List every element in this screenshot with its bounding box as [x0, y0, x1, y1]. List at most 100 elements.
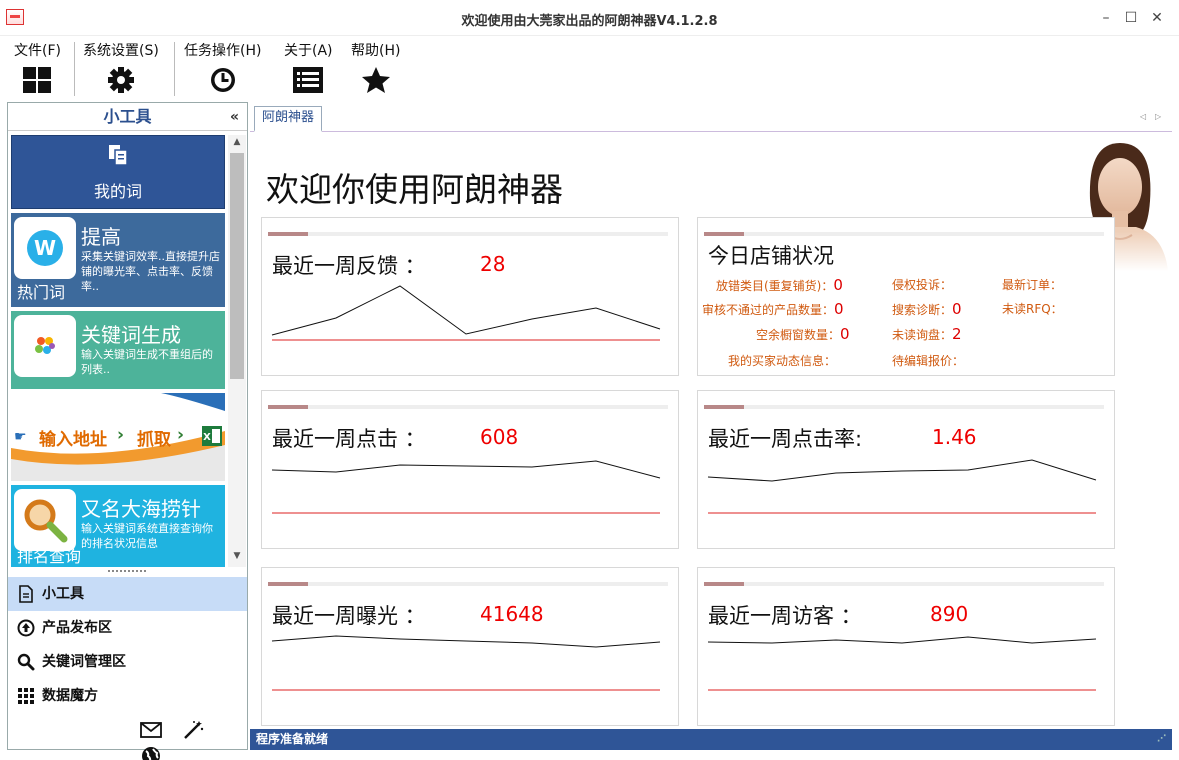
menu-tasks-label: 任务操作(H): [184, 43, 262, 59]
card-accent-bar: [268, 405, 668, 409]
sparkline-chart: [707, 459, 1097, 514]
menu-file[interactable]: 文件(F): [14, 40, 61, 94]
tile-rank-query[interactable]: 又名大海捞针 输入关键词系统直接查询你的排名状况信息 排名查询: [11, 485, 225, 567]
nav-product-publish[interactable]: 产品发布区: [8, 611, 247, 645]
status-value: 0: [952, 300, 962, 318]
status-text: 程序准备就绪: [256, 732, 329, 746]
collapse-panel-icon[interactable]: «: [230, 103, 239, 131]
gear-icon: [107, 67, 134, 93]
card-accent-bar: [704, 405, 1104, 409]
card-weekly-visitors: 最近一周访客 ： 890: [697, 567, 1115, 726]
svg-text:W: W: [34, 236, 56, 260]
sparkline-chart: [271, 285, 661, 341]
scroll-up-icon[interactable]: ▲: [228, 137, 246, 151]
menu-about[interactable]: 关于(A): [284, 40, 333, 94]
card-accent-bar: [268, 232, 668, 236]
document-icon: [19, 585, 33, 603]
nav-tools[interactable]: 小工具: [8, 577, 247, 611]
nav-tools-label: 小工具: [42, 586, 84, 602]
tile-keyword-generator-title: 关键词生成: [81, 323, 181, 347]
status-label: 未读询盘：: [892, 328, 953, 342]
color-dots-logo-icon: [14, 315, 76, 377]
tile-rank-query-desc: 输入关键词系统直接查询你的排名状况信息: [81, 522, 213, 550]
tile-my-words[interactable]: 我的词: [11, 135, 225, 209]
card-weekly-feedback: 最近一周反馈 ： 28: [261, 217, 679, 376]
menu-about-label: 关于(A): [284, 43, 333, 59]
card-weekly-exposure: 最近一周曝光 ： 41648: [261, 567, 679, 726]
globe-icon[interactable]: [138, 745, 164, 760]
chevron-right-icon: ›: [117, 425, 125, 445]
search-icon: [17, 653, 35, 671]
card-title: 最近一周点击率:: [708, 427, 863, 451]
tile-hot-words-label: 热门词: [17, 283, 66, 302]
menu-tasks[interactable]: 任务操作(H): [184, 40, 261, 94]
status-label: 审核不通过的产品数量：: [702, 303, 835, 317]
tab-next-icon[interactable]: ▷: [1155, 112, 1161, 121]
tile-keyword-generator-desc: 输入关键词生成不重组后的列表..: [81, 348, 213, 376]
status-label: 空余橱窗数量：: [756, 328, 841, 342]
tile-keyword-generator[interactable]: 关键词生成 输入关键词生成不重组后的列表..: [11, 311, 225, 389]
title-bar: 欢迎使用由大莞家出品的阿朗神器V4.1.2.8 – ☐ ✕: [0, 0, 1179, 36]
status-label: 放错类目(重复铺货)：: [716, 279, 834, 293]
card-value: 41648: [480, 602, 544, 626]
status-unread-rfq[interactable]: 未读RFQ：: [1002, 300, 1063, 317]
w-logo-icon: W: [14, 217, 76, 279]
card-value: 608: [480, 425, 519, 449]
card-accent-bar: [704, 582, 1104, 586]
menu-settings[interactable]: 系统设置(S): [83, 40, 159, 94]
minimize-button[interactable]: –: [1095, 8, 1117, 28]
nav-keyword-manage[interactable]: 关键词管理区: [8, 645, 247, 679]
resize-grip-icon[interactable]: ⋰: [1157, 729, 1166, 750]
mail-icon[interactable]: [138, 719, 164, 741]
menu-separator: [74, 42, 75, 96]
tile-hot-words-desc: 采集关键词效率..直接提升店铺的曝光率、点击率、反馈率..: [81, 250, 220, 293]
status-pending-quotes[interactable]: 待编辑报价：: [892, 352, 964, 369]
menu-help[interactable]: 帮助(H): [351, 40, 400, 94]
excel-icon: X: [202, 426, 222, 446]
window-title: 欢迎使用由大莞家出品的阿朗神器V4.1.2.8: [461, 14, 718, 29]
tile-hot-words[interactable]: W 提高 采集关键词效率..直接提升店铺的曝光率、点击率、反馈率.. 热门词: [11, 213, 225, 307]
tile-url-grab[interactable]: ☛ 输入地址 › 抓取 › X: [11, 393, 225, 481]
status-wrong-category[interactable]: 放错类目(重复铺货)：0: [716, 276, 843, 294]
svg-text:X: X: [203, 432, 211, 443]
menu-settings-label: 系统设置(S): [83, 43, 159, 59]
tile-rank-query-title: 又名大海捞针: [81, 497, 201, 521]
status-value: 2: [952, 325, 962, 343]
shop-status-title: 今日店铺状况: [708, 244, 834, 268]
scrollbar-thumb[interactable]: [230, 153, 244, 379]
card-title: 最近一周点击 ：: [272, 427, 426, 451]
menu-help-label: 帮助(H): [351, 43, 401, 59]
grid-icon: [23, 67, 52, 93]
panel-splitter[interactable]: [108, 570, 146, 573]
status-infringement[interactable]: 侵权投诉：: [892, 276, 952, 293]
magnifier-logo-icon: [14, 489, 76, 551]
tab-strip: 阿朗神器 ◁ ▷: [250, 102, 1172, 132]
tiles-scrollbar[interactable]: ▲ ▼: [228, 135, 246, 567]
tab-alang[interactable]: 阿朗神器: [254, 106, 323, 132]
status-search-diagnosis[interactable]: 搜索诊断：0: [892, 300, 962, 318]
status-label: 待编辑报价：: [892, 354, 965, 368]
list-icon: [293, 67, 324, 93]
tab-prev-icon[interactable]: ◁: [1140, 112, 1146, 121]
menu-file-label: 文件(F): [14, 43, 61, 59]
upload-circle-icon: [17, 619, 35, 637]
bottom-toolbar: [138, 719, 247, 760]
star-icon: [361, 67, 390, 93]
card-accent-bar: [704, 232, 1104, 236]
status-buyer-activity[interactable]: 我的买家动态信息：: [728, 352, 836, 369]
main-content: 欢迎你使用阿朗神器 最近一周反馈 ： 28 今日店铺状况 放错类目(重复铺货)：…: [250, 133, 1172, 729]
maximize-button[interactable]: ☐: [1120, 8, 1142, 28]
status-free-showcase[interactable]: 空余橱窗数量：0: [756, 325, 850, 343]
scroll-down-icon[interactable]: ▼: [228, 551, 246, 565]
sparkline-chart: [271, 635, 661, 691]
close-button[interactable]: ✕: [1146, 8, 1168, 28]
status-unread-inquiries[interactable]: 未读询盘：2: [892, 325, 962, 343]
status-rejected-products[interactable]: 审核不通过的产品数量：0: [702, 300, 844, 318]
card-value: 28: [480, 252, 506, 276]
status-bar: 程序准备就绪 ⋰: [250, 729, 1172, 750]
card-accent-bar: [268, 582, 668, 586]
card-title: 最近一周访客 ：: [708, 604, 862, 628]
status-new-orders[interactable]: 最新订单：: [1002, 276, 1062, 293]
nav-data-cube[interactable]: 数据魔方: [8, 679, 247, 713]
magic-wand-icon[interactable]: [180, 719, 206, 741]
